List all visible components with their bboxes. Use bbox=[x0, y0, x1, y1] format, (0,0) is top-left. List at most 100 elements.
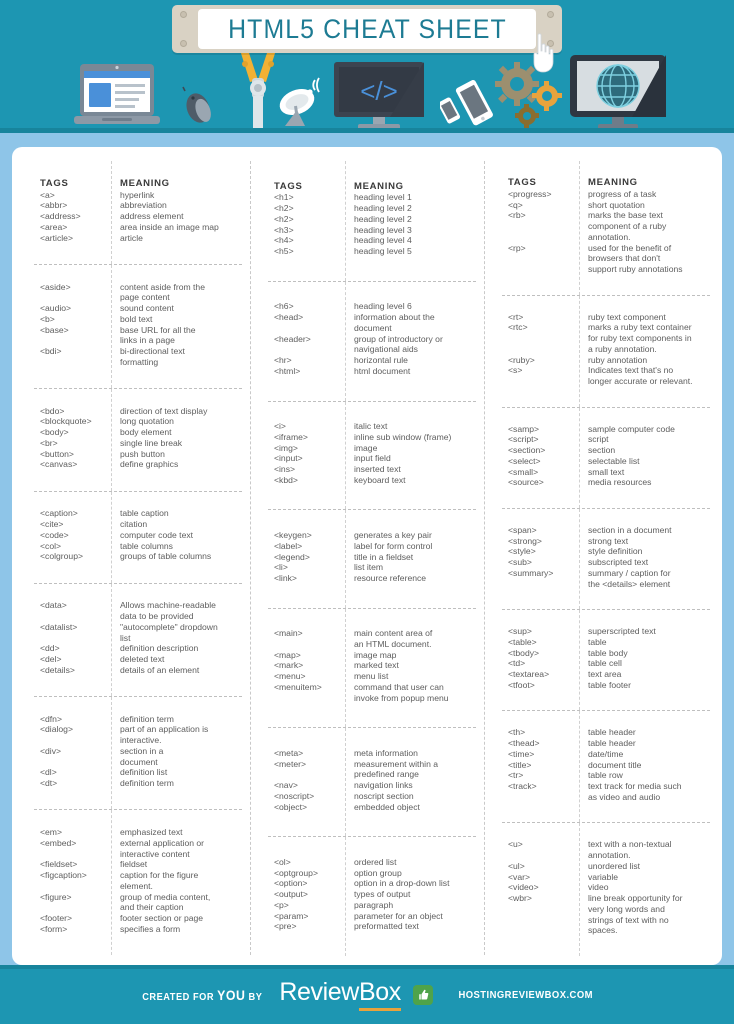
table-row: <abbr> abbreviation bbox=[34, 200, 242, 211]
meaning-line: list item bbox=[353, 562, 384, 573]
meaning-line: hyperlink bbox=[119, 189, 155, 200]
table-row: <h2> heading level 2 bbox=[268, 214, 476, 225]
table-row: <ruby> ruby annotation bbox=[502, 355, 710, 366]
tag-meaning: fieldset bbox=[111, 859, 242, 870]
meaning-line: deleted text bbox=[119, 654, 165, 664]
laptop-icon bbox=[74, 64, 160, 124]
tag-name: <h3> bbox=[274, 224, 294, 235]
tag-name: <time> bbox=[508, 748, 535, 759]
tag-name: <b> bbox=[40, 313, 55, 324]
table-row: <progress> progress of a task bbox=[502, 189, 710, 200]
table-row: <rtc> marks a ruby text container for ruby… bbox=[502, 322, 710, 354]
table-row: <div> section in a document bbox=[34, 746, 242, 767]
meaning-line: long quotation bbox=[119, 416, 174, 427]
table-row: <main> main content area of an HTML docume… bbox=[268, 628, 476, 649]
tag-name: <datalist> bbox=[40, 621, 78, 632]
tag-meaning: single line break bbox=[111, 438, 242, 449]
meaning-line: single line break bbox=[119, 437, 183, 448]
meaning-line: Indicates text that's no bbox=[587, 365, 674, 376]
meaning-line: definition term bbox=[119, 713, 174, 724]
meaning-line: bold text bbox=[119, 313, 153, 324]
table-row: <figure> group of media content, and their… bbox=[34, 892, 242, 913]
tag-meaning: definition description bbox=[111, 643, 242, 654]
tag-meaning: direction of text display bbox=[111, 406, 242, 417]
meaning-line: links in a page bbox=[119, 335, 175, 346]
tag-name: <base> bbox=[40, 324, 69, 335]
tag-name: <h5> bbox=[274, 246, 294, 257]
table-row: <h3> heading level 3 bbox=[268, 225, 476, 236]
tag-meaning: strong text bbox=[579, 536, 710, 547]
smartphones-icon bbox=[440, 80, 493, 126]
table-row: <fieldset> fieldset bbox=[34, 859, 242, 870]
tag-meaning: paragraph bbox=[345, 900, 476, 911]
tag-meaning: computer code text bbox=[111, 530, 242, 541]
table-row: <style> style definition bbox=[502, 546, 710, 557]
tag-name: <bdi> bbox=[40, 345, 62, 356]
code-monitor-icon: </> bbox=[334, 62, 424, 130]
table-row: <iframe> inline sub window (frame) bbox=[268, 432, 476, 443]
tag-name: <u> bbox=[508, 839, 523, 850]
table-row: <footer> footer section or page bbox=[34, 913, 242, 924]
tag-name: <title> bbox=[508, 759, 532, 770]
meaning-line: italic text bbox=[353, 421, 388, 432]
meaning-line: document bbox=[353, 322, 392, 333]
table-row: <object> embedded object bbox=[268, 802, 476, 813]
table-row: <h5> heading level 5 bbox=[268, 246, 476, 257]
column-header-meaning: MEANING bbox=[119, 177, 170, 189]
pointer-hand-icon bbox=[533, 33, 554, 73]
table-row: <code> computer code text bbox=[34, 530, 242, 541]
tag-meaning: address element bbox=[111, 211, 242, 222]
meaning-line: marks the base text bbox=[587, 210, 663, 221]
tag-name: <code> bbox=[40, 529, 69, 540]
tag-meaning: heading level 5 bbox=[345, 246, 476, 257]
meaning-line: and their caption bbox=[119, 902, 184, 913]
tag-group: <em> emphasized text <embed> external appli… bbox=[34, 809, 242, 955]
tag-name: <dd> bbox=[40, 643, 60, 654]
table-row: <strong> strong text bbox=[502, 536, 710, 547]
meaning-line: heading level 2 bbox=[353, 203, 412, 214]
tag-meaning: deleted text bbox=[111, 654, 242, 665]
tag-name: <mark> bbox=[274, 660, 304, 671]
tag-name: <cite> bbox=[40, 519, 64, 530]
meaning-line: table bbox=[587, 636, 607, 647]
meaning-line: heading level 1 bbox=[353, 192, 412, 203]
meaning-line: image bbox=[353, 442, 378, 453]
tag-name: <wbr> bbox=[508, 893, 532, 904]
tag-name: <legend> bbox=[274, 551, 310, 562]
meaning-line: table header bbox=[587, 727, 636, 738]
tag-meaning: definition list bbox=[111, 767, 242, 778]
meaning-line: spaces. bbox=[587, 925, 618, 936]
tag-name: <h2> bbox=[274, 213, 294, 224]
tag-name: <hr> bbox=[274, 355, 292, 366]
table-row: <cite> citation bbox=[34, 519, 242, 530]
table-row: <tbody> table body bbox=[502, 648, 710, 659]
tag-name: <pre> bbox=[274, 921, 297, 932]
meaning-line: definition description bbox=[119, 643, 199, 654]
tag-meaning: script bbox=[579, 434, 710, 445]
table-row: <nav> navigation links bbox=[268, 780, 476, 791]
tag-name: <audio> bbox=[40, 303, 72, 314]
header-banner: </> HTML5 CHEAT SHEET bbox=[0, 0, 734, 133]
tag-meaning: groups of table columns bbox=[111, 551, 242, 562]
table-row: <base> base URL for all the links in a pag… bbox=[34, 325, 242, 346]
table-row: <br> single line break bbox=[34, 438, 242, 449]
meaning-line: variable bbox=[587, 871, 619, 882]
tag-meaning: heading level 4 bbox=[345, 235, 476, 246]
website-url[interactable]: HOSTINGREVIEWBOX.COM bbox=[458, 989, 592, 1001]
table-row: <pre> preformatted text bbox=[268, 921, 476, 932]
reviewbox-logo[interactable]: Review Box bbox=[279, 978, 401, 1011]
table-row: <colgroup> groups of table columns bbox=[34, 551, 242, 562]
tag-meaning: media resources bbox=[579, 477, 710, 488]
tag-name: <optgroup> bbox=[274, 867, 318, 878]
table-row: <head> information about the document bbox=[268, 312, 476, 333]
table-row: <noscript> noscript section bbox=[268, 791, 476, 802]
tag-meaning: definition term bbox=[111, 714, 242, 725]
meaning-line: browsers that don't bbox=[587, 253, 661, 264]
tag-meaning: inline sub window (frame) bbox=[345, 432, 476, 443]
meaning-line: citation bbox=[119, 519, 148, 530]
meaning-line: footer section or page bbox=[119, 913, 204, 924]
tag-name: <object> bbox=[274, 801, 307, 812]
meaning-line: horizontal rule bbox=[353, 355, 408, 366]
meaning-line: types of output bbox=[353, 889, 411, 900]
meaning-line: inline sub window (frame) bbox=[353, 431, 452, 442]
